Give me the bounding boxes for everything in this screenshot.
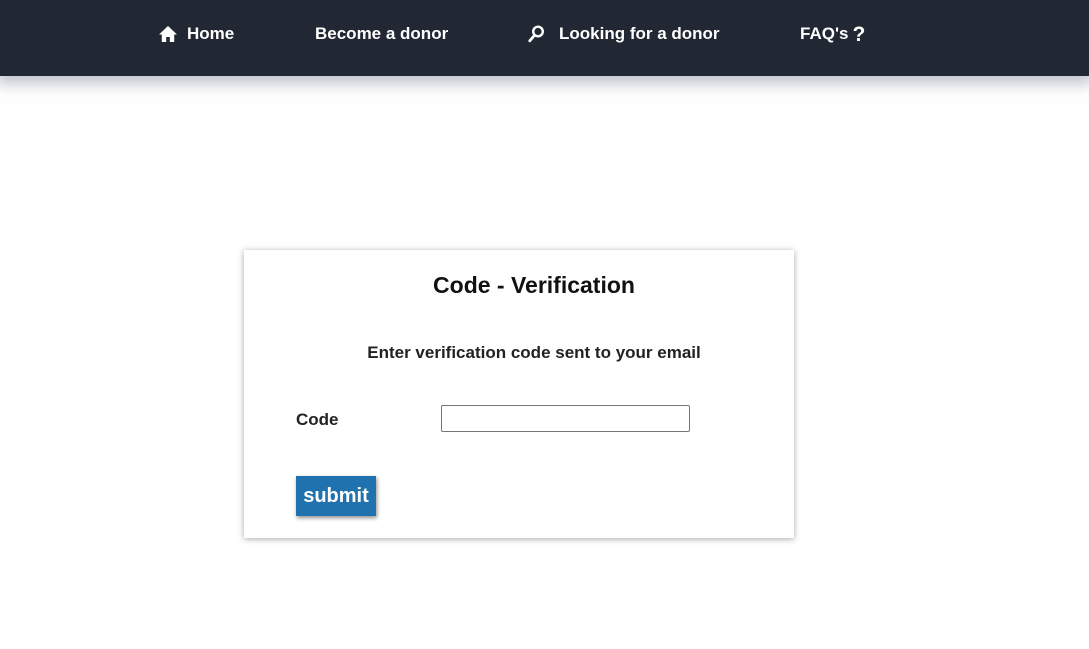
nav-faq-link[interactable]: FAQ's ? — [800, 22, 865, 46]
nav-become-donor-label: Become a donor — [315, 24, 449, 43]
nav-home-label: Home — [187, 24, 235, 43]
top-navbar: Home Become a donor Looking for a donor … — [0, 0, 1089, 76]
card-title: Code - Verification — [433, 272, 635, 298]
search-icon — [528, 25, 545, 43]
submit-button[interactable]: submit — [296, 476, 376, 516]
verification-card: Code - Verification Enter verification c… — [244, 250, 794, 538]
code-input[interactable] — [441, 405, 690, 432]
nav-looking-for-donor-label: Looking for a donor — [559, 24, 720, 43]
question-icon: ? — [852, 22, 866, 46]
nav-become-donor-link[interactable]: Become a donor — [315, 22, 448, 46]
nav-looking-for-donor-link[interactable]: Looking for a donor — [528, 22, 720, 46]
home-icon — [158, 25, 178, 43]
nav-faq-label: FAQ's — [800, 24, 849, 43]
nav-home-link[interactable]: Home — [158, 22, 234, 46]
code-label: Code — [296, 410, 339, 429]
card-subtitle: Enter verification code sent to your ema… — [367, 343, 701, 362]
